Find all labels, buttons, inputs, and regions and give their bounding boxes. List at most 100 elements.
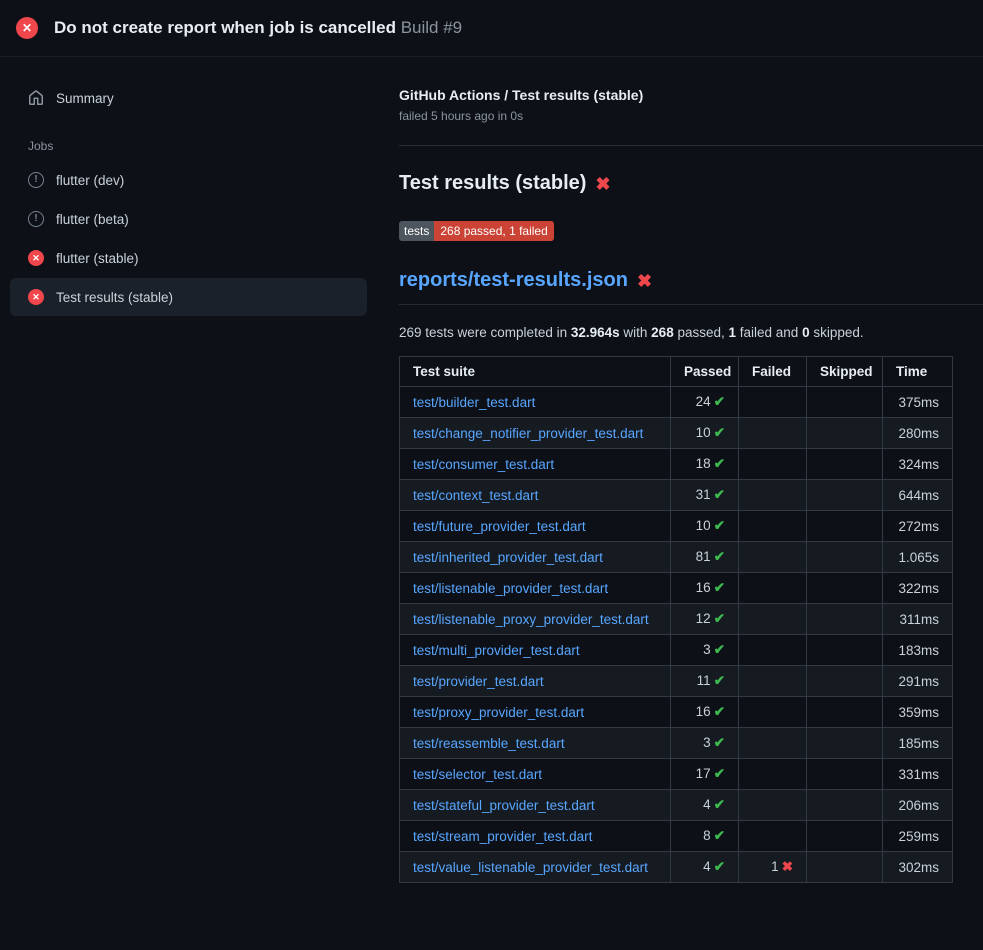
failed-cell [739,759,807,790]
time-cell: 644ms [883,480,953,511]
sidebar-job-item[interactable]: ! flutter (dev) [10,161,367,199]
test-suite-link[interactable]: test/multi_provider_test.dart [413,643,580,658]
tests-badge: tests 268 passed, 1 failed [399,221,554,241]
badge-value: 268 passed, 1 failed [434,221,553,241]
summary-segment: skipped. [810,325,864,340]
test-suite-link[interactable]: test/reassemble_test.dart [413,736,565,751]
table-row: test/proxy_provider_test.dart 16✔ 359ms [400,697,953,728]
failed-cell [739,542,807,573]
test-suite-link[interactable]: test/value_listenable_provider_test.dart [413,860,648,875]
check-icon: ✔ [714,735,725,750]
sidebar-item-summary[interactable]: Summary [10,79,367,117]
table-row: test/builder_test.dart 24✔ 375ms [400,387,953,418]
table-row: test/future_provider_test.dart 10✔ 272ms [400,511,953,542]
test-suite-link[interactable]: test/stream_provider_test.dart [413,829,592,844]
failed-x-icon: ✖ [637,272,652,290]
table-row: test/listenable_provider_test.dart 16✔ 3… [400,573,953,604]
failed-status-icon: ✕ [28,250,44,266]
passed-cell: 11✔ [671,666,739,697]
suite-cell: test/inherited_provider_test.dart [400,542,671,573]
breadcrumb: GitHub Actions / Test results (stable) [399,87,983,103]
build-title: Do not create report when job is cancell… [54,18,396,37]
summary-failed-count: 1 [729,325,737,340]
check-icon: ✔ [714,394,725,409]
test-suite-link[interactable]: test/proxy_provider_test.dart [413,705,584,720]
passed-cell: 10✔ [671,418,739,449]
home-icon [28,90,44,106]
table-row: test/consumer_test.dart 18✔ 324ms [400,449,953,480]
passed-cell: 3✔ [671,635,739,666]
skipped-cell [807,728,883,759]
failed-cell [739,449,807,480]
table-row: test/stream_provider_test.dart 8✔ 259ms [400,821,953,852]
page-title: Do not create report when job is cancell… [54,18,462,38]
sidebar-job-item[interactable]: ✕ Test results (stable) [10,278,367,316]
passed-cell: 24✔ [671,387,739,418]
time-cell: 359ms [883,697,953,728]
check-icon: ✔ [714,611,725,626]
summary-passed-count: 268 [651,325,674,340]
test-results-table: Test suite Passed Failed Skipped Time te… [399,356,953,883]
passed-cell: 16✔ [671,697,739,728]
col-failed: Failed [739,357,807,387]
failed-cell [739,635,807,666]
check-icon: ✔ [714,859,725,874]
suite-cell: test/stream_provider_test.dart [400,821,671,852]
passed-cell: 12✔ [671,604,739,635]
col-skipped: Skipped [807,357,883,387]
job-label: Test results (stable) [56,290,173,305]
summary-segment: passed, [674,325,729,340]
passed-cell: 31✔ [671,480,739,511]
check-icon: ✔ [714,704,725,719]
badge-wrap: tests 268 passed, 1 failed [399,221,983,241]
suite-cell: test/builder_test.dart [400,387,671,418]
suite-cell: test/consumer_test.dart [400,449,671,480]
failed-cell [739,387,807,418]
section-title: Test results (stable) [399,172,586,195]
neutral-status-icon: ! [28,172,44,188]
skipped-cell [807,449,883,480]
failed-x-icon: ✖ [595,175,610,193]
failed-cell: 1✖ [739,852,807,883]
table-row: test/inherited_provider_test.dart 81✔ 1.… [400,542,953,573]
test-suite-link[interactable]: test/inherited_provider_test.dart [413,550,603,565]
test-suite-link[interactable]: test/provider_test.dart [413,674,544,689]
sidebar-job-item[interactable]: ! flutter (beta) [10,200,367,238]
failed-cell [739,697,807,728]
check-icon: ✔ [714,425,725,440]
suite-cell: test/change_notifier_provider_test.dart [400,418,671,449]
test-suite-link[interactable]: test/stateful_provider_test.dart [413,798,595,813]
check-icon: ✔ [714,518,725,533]
time-cell: 322ms [883,573,953,604]
test-suite-link[interactable]: test/consumer_test.dart [413,457,554,472]
failed-cell [739,728,807,759]
failed-cell [739,790,807,821]
time-cell: 185ms [883,728,953,759]
col-passed: Passed [671,357,739,387]
time-cell: 302ms [883,852,953,883]
passed-cell: 8✔ [671,821,739,852]
job-label: flutter (dev) [56,173,124,188]
test-suite-link[interactable]: test/listenable_proxy_provider_test.dart [413,612,649,627]
time-cell: 183ms [883,635,953,666]
test-suite-link[interactable]: test/change_notifier_provider_test.dart [413,426,643,441]
suite-cell: test/value_listenable_provider_test.dart [400,852,671,883]
table-header: Test suite Passed Failed Skipped Time [400,357,953,387]
skipped-cell [807,697,883,728]
failed-cell [739,821,807,852]
test-suite-link[interactable]: test/future_provider_test.dart [413,519,586,534]
test-suite-link[interactable]: test/context_test.dart [413,488,538,503]
topbar: ✕ Do not create report when job is cance… [0,0,983,57]
time-cell: 375ms [883,387,953,418]
passed-cell: 18✔ [671,449,739,480]
sidebar-job-item[interactable]: ✕ flutter (stable) [10,239,367,277]
skipped-cell [807,852,883,883]
suite-cell: test/proxy_provider_test.dart [400,697,671,728]
test-suite-link[interactable]: test/builder_test.dart [413,395,535,410]
report-file-link[interactable]: reports/test-results.json [399,269,628,292]
test-suite-link[interactable]: test/selector_test.dart [413,767,542,782]
passed-cell: 81✔ [671,542,739,573]
check-icon: ✔ [714,487,725,502]
time-cell: 311ms [883,604,953,635]
test-suite-link[interactable]: test/listenable_provider_test.dart [413,581,608,596]
